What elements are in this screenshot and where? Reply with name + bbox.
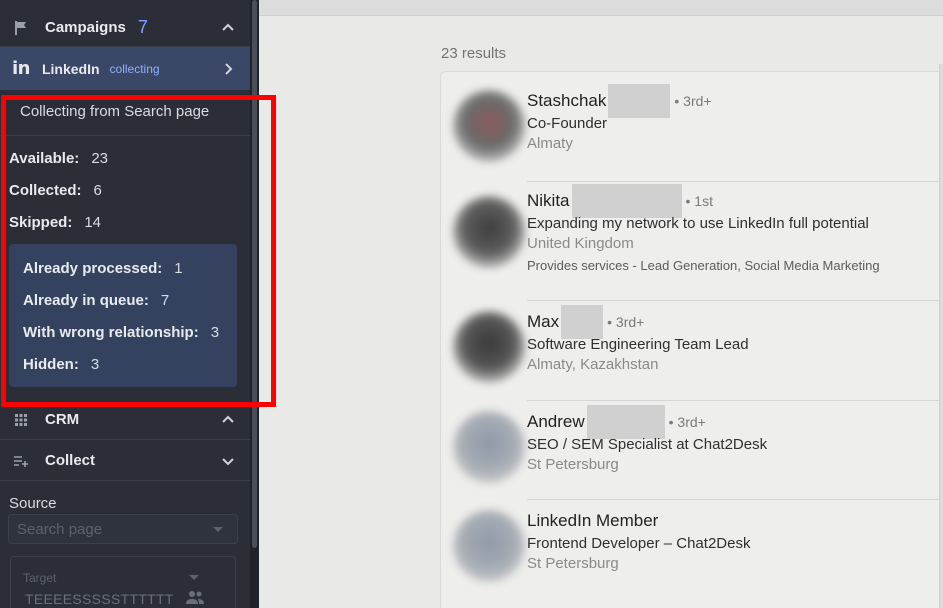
redacted-surname xyxy=(586,405,665,439)
campaigns-title: Campaigns xyxy=(45,19,126,36)
target-label: Target xyxy=(23,571,57,585)
result-info: Max • 3rd+ Software Engineering Team Lea… xyxy=(527,305,749,373)
highlight-box xyxy=(1,95,276,407)
result-headline: Software Engineering Team Lead xyxy=(527,336,749,353)
connection-degree: • 3rd+ xyxy=(674,93,712,109)
collect-header[interactable]: Collect xyxy=(0,441,250,481)
caret-down-icon[interactable] xyxy=(189,575,199,580)
result-name[interactable]: Stashchak xyxy=(527,91,606,111)
linkedin-campaign-row[interactable]: in LinkedIn collecting xyxy=(0,47,250,90)
result-headline: Expanding my network to use LinkedIn ful… xyxy=(527,215,869,232)
result-location: St Petersburg xyxy=(527,456,619,473)
chevron-down-icon[interactable] xyxy=(220,453,236,469)
result-info: Nikita • 1st Expanding my network to use… xyxy=(527,184,880,273)
result-services: Provides services - Lead Generation, Soc… xyxy=(527,258,880,273)
avatar[interactable] xyxy=(453,411,525,483)
result-location: Almaty, Kazakhstan xyxy=(527,356,659,373)
divider xyxy=(527,181,942,182)
flag-icon xyxy=(12,19,30,37)
search-results-area: 23 results Stashchak • 3rd+ Co-Founder A… xyxy=(259,0,943,608)
source-value: Search page xyxy=(17,521,103,538)
source-select[interactable]: Search page xyxy=(8,514,238,544)
results-count: 23 results xyxy=(441,45,507,62)
chevron-up-icon[interactable] xyxy=(220,412,236,428)
result-name[interactable]: Andrew xyxy=(527,412,585,432)
result-headline: SEO / SEM Specialist at Chat2Desk xyxy=(527,436,768,453)
name-line: LinkedIn Member xyxy=(527,510,750,532)
name-line: Andrew • 3rd+ xyxy=(527,405,767,439)
redacted-surname xyxy=(571,184,682,218)
collect-title: Collect xyxy=(45,452,96,469)
campaigns-count: 7 xyxy=(137,17,148,37)
result-location: St Petersburg xyxy=(527,555,619,572)
page-edge xyxy=(939,64,943,608)
result-name[interactable]: Nikita xyxy=(527,191,570,211)
playlist-add-icon xyxy=(12,452,30,470)
caret-down-icon xyxy=(213,527,223,532)
grid-icon xyxy=(12,411,30,429)
result-info: LinkedIn Member Frontend Developer – Cha… xyxy=(527,510,750,572)
chevron-right-icon[interactable] xyxy=(220,61,236,77)
result-info: Andrew • 3rd+ SEO / SEM Specialist at Ch… xyxy=(527,405,768,473)
divider xyxy=(527,499,942,500)
name-line: Nikita • 1st xyxy=(527,184,880,218)
divider xyxy=(527,300,942,301)
connection-degree: • 3rd+ xyxy=(607,314,645,330)
target-field[interactable]: Target TEEEESSSSSTTTTTT xyxy=(10,556,236,608)
avatar[interactable] xyxy=(453,90,525,162)
connection-degree: • 1st xyxy=(685,193,713,209)
target-value: TEEEESSSSSTTTTTT xyxy=(25,591,174,607)
result-location: United Kingdom xyxy=(527,235,634,252)
linkedin-title: LinkedIn xyxy=(41,60,100,77)
divider xyxy=(527,400,942,401)
people-icon xyxy=(186,591,204,604)
name-line: Stashchak • 3rd+ xyxy=(527,84,712,118)
redacted-surname xyxy=(561,305,604,339)
source-label: Source xyxy=(9,495,57,512)
linkedin-icon: in xyxy=(12,58,30,79)
top-bar xyxy=(259,0,943,16)
avatar[interactable] xyxy=(453,510,525,582)
crm-title: CRM xyxy=(45,411,80,428)
result-headline: Frontend Developer – Chat2Desk xyxy=(527,535,751,552)
linkedin-status: collecting xyxy=(109,61,160,76)
result-info: Stashchak • 3rd+ Co-Founder Almaty xyxy=(527,84,712,152)
campaigns-header[interactable]: Campaigns 7 xyxy=(0,9,250,47)
chevron-up-icon[interactable] xyxy=(220,20,236,36)
avatar[interactable] xyxy=(453,311,525,383)
connection-degree: • 3rd+ xyxy=(668,414,706,430)
results-card: Stashchak • 3rd+ Co-Founder Almaty Nikit… xyxy=(440,71,943,608)
result-location: Almaty xyxy=(527,135,573,152)
result-name[interactable]: Max xyxy=(527,312,559,332)
name-line: Max • 3rd+ xyxy=(527,305,749,339)
avatar[interactable] xyxy=(453,196,525,268)
redacted-surname xyxy=(608,84,671,118)
result-name[interactable]: LinkedIn Member xyxy=(527,511,658,531)
